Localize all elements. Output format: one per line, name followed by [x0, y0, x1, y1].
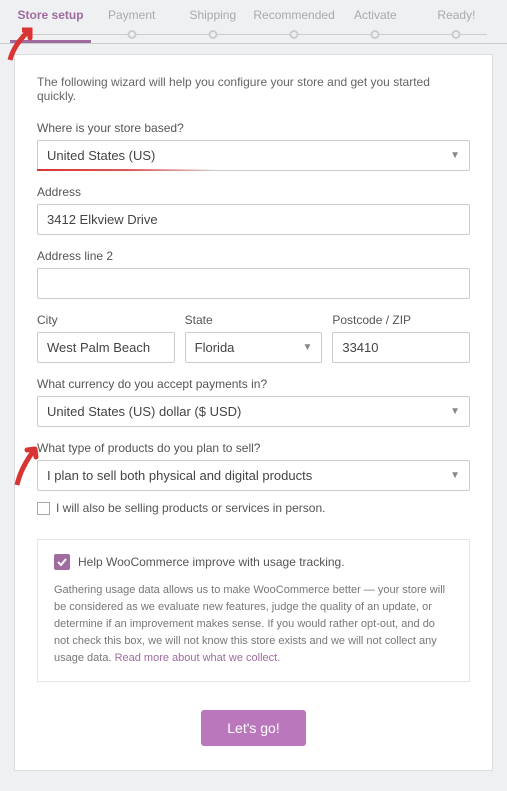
step-label: Recommended — [253, 8, 334, 22]
step-dot-icon — [452, 30, 461, 39]
state-select-value: Florida — [195, 340, 235, 355]
step-recommended[interactable]: Recommended — [253, 0, 334, 43]
label-country: Where is your store based? — [37, 121, 470, 135]
step-dot-icon — [371, 30, 380, 39]
inperson-label: I will also be selling products or servi… — [56, 501, 325, 515]
step-ready[interactable]: Ready! — [416, 0, 497, 43]
address-input[interactable] — [37, 204, 470, 235]
step-dot-icon — [290, 30, 299, 39]
annotation-underline — [37, 169, 217, 171]
tracking-link[interactable]: Read more about what we collect. — [115, 652, 281, 664]
label-product-type: What type of products do you plan to sel… — [37, 441, 470, 455]
tracking-head-label: Help WooCommerce improve with usage trac… — [78, 555, 345, 569]
country-select-value: United States (US) — [47, 148, 155, 163]
chevron-down-icon: ▼ — [302, 342, 312, 353]
currency-select-value: United States (US) dollar ($ USD) — [47, 404, 241, 419]
tracking-body: Gathering usage data allows us to make W… — [54, 582, 453, 667]
label-state: State — [185, 313, 323, 327]
postcode-input[interactable] — [332, 332, 470, 363]
label-address: Address — [37, 185, 470, 199]
address2-input[interactable] — [37, 268, 470, 299]
step-label: Ready! — [437, 8, 475, 22]
tracking-box: Help WooCommerce improve with usage trac… — [37, 539, 470, 682]
chevron-down-icon: ▼ — [450, 150, 460, 161]
country-select[interactable]: United States (US) ▼ — [37, 140, 470, 171]
inperson-checkbox[interactable] — [37, 502, 50, 515]
step-label: Shipping — [189, 8, 236, 22]
step-shipping[interactable]: Shipping — [172, 0, 253, 43]
city-input[interactable] — [37, 332, 175, 363]
label-address2: Address line 2 — [37, 249, 470, 263]
label-city: City — [37, 313, 175, 327]
step-dot-icon — [127, 30, 136, 39]
currency-select[interactable]: United States (US) dollar ($ USD) ▼ — [37, 396, 470, 427]
wizard-steps: Store setup Payment Shipping Recommended… — [0, 0, 507, 44]
intro-text: The following wizard will help you confi… — [37, 75, 470, 103]
step-label: Activate — [354, 8, 397, 22]
step-label: Payment — [108, 8, 155, 22]
check-icon — [57, 557, 67, 567]
step-label: Store setup — [18, 8, 84, 22]
label-postcode: Postcode / ZIP — [332, 313, 470, 327]
label-currency: What currency do you accept payments in? — [37, 377, 470, 391]
step-activate[interactable]: Activate — [335, 0, 416, 43]
step-dot-icon — [208, 30, 217, 39]
product-type-select-value: I plan to sell both physical and digital… — [47, 468, 312, 483]
product-type-select[interactable]: I plan to sell both physical and digital… — [37, 460, 470, 491]
lets-go-button[interactable]: Let's go! — [201, 710, 306, 746]
step-store-setup[interactable]: Store setup — [10, 0, 91, 43]
tracking-checkbox[interactable] — [54, 554, 70, 570]
setup-card: The following wizard will help you confi… — [14, 54, 493, 771]
step-payment[interactable]: Payment — [91, 0, 172, 43]
chevron-down-icon: ▼ — [450, 470, 460, 481]
state-select[interactable]: Florida ▼ — [185, 332, 323, 363]
chevron-down-icon: ▼ — [450, 406, 460, 417]
